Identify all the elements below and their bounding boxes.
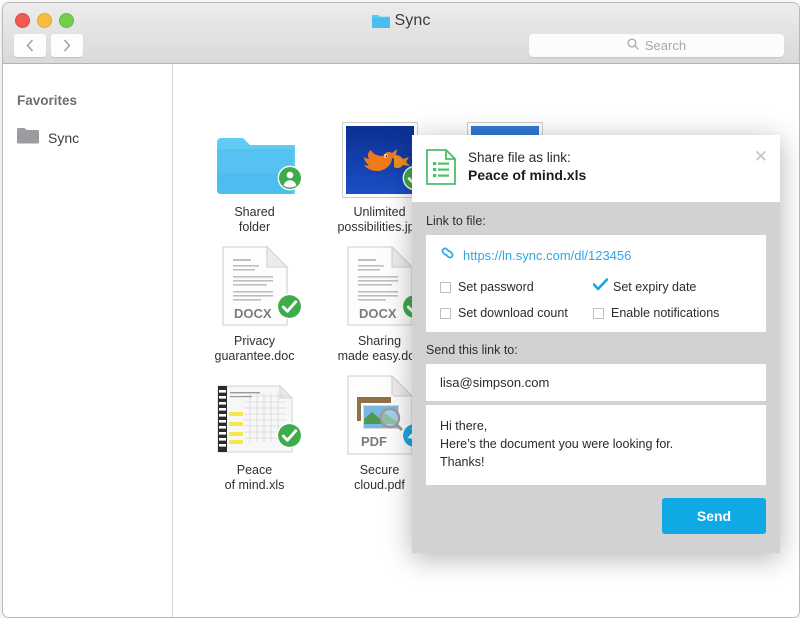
dialog-body: Link to file: https://ln.sync.com/dl/123… bbox=[412, 202, 780, 485]
checkbox-box bbox=[593, 308, 604, 319]
link-panel: https://ln.sync.com/dl/123456 Set passwo… bbox=[426, 235, 766, 332]
checkbox-label: Enable notifications bbox=[611, 306, 719, 320]
share-link-dialog: Share file as link: Peace of mind.xls ✕ … bbox=[412, 135, 780, 553]
check-icon bbox=[593, 278, 606, 296]
finder-window: Sync Search Favorites Sync bbox=[2, 2, 800, 618]
forward-button[interactable] bbox=[51, 34, 83, 57]
sidebar-section-favorites: Favorites bbox=[17, 93, 77, 108]
search-placeholder: Search bbox=[645, 38, 686, 53]
dialog-footer: Send bbox=[412, 485, 780, 553]
page-title: Sync bbox=[3, 12, 799, 33]
dialog-title-line2: Peace of mind.xls bbox=[468, 166, 766, 184]
window-titlebar: Sync Search bbox=[3, 3, 799, 64]
green-document-list-icon bbox=[426, 149, 456, 190]
folder-thumbnail bbox=[192, 114, 317, 198]
checkbox-box bbox=[440, 308, 451, 319]
file-item-peace-of-mind[interactable]: Peaceof mind.xls bbox=[192, 372, 317, 493]
folder-icon bbox=[17, 127, 39, 149]
xls-thumbnail bbox=[192, 372, 317, 456]
link-section-label: Link to file: bbox=[426, 214, 766, 228]
close-icon[interactable]: ✕ bbox=[754, 148, 768, 165]
send-button[interactable]: Send bbox=[662, 498, 766, 534]
link-row[interactable]: https://ln.sync.com/dl/123456 bbox=[440, 246, 752, 265]
checkbox-set-expiry-date[interactable]: Set expiry date bbox=[593, 278, 752, 296]
shared-person-badge bbox=[277, 165, 303, 196]
synced-check-badge bbox=[276, 422, 303, 454]
message-line-3: Thanks! bbox=[440, 453, 752, 471]
checkbox-box bbox=[440, 282, 451, 293]
recipient-email-input[interactable]: lisa@simpson.com bbox=[426, 364, 766, 401]
checkbox-label: Set expiry date bbox=[613, 280, 696, 294]
file-name: Sharedfolder bbox=[192, 205, 317, 235]
file-item-shared-folder[interactable]: Sharedfolder bbox=[192, 114, 317, 235]
checkbox-enable-notifications[interactable]: Enable notifications bbox=[593, 306, 752, 320]
sidebar-item-sync[interactable]: Sync bbox=[17, 127, 79, 149]
file-item-privacy-guarantee[interactable]: DOCX Privacyguarantee.doc bbox=[192, 243, 317, 364]
file-name: Peaceof mind.xls bbox=[192, 463, 317, 493]
back-button[interactable] bbox=[14, 34, 46, 57]
file-name: Privacyguarantee.doc bbox=[192, 334, 317, 364]
search-input[interactable]: Search bbox=[529, 34, 784, 57]
message-line-1: Hi there, bbox=[440, 417, 752, 435]
navigation-buttons bbox=[14, 34, 83, 57]
window-title-text: Sync bbox=[395, 12, 431, 29]
svg-text:DOCX: DOCX bbox=[234, 306, 272, 321]
folder-icon bbox=[372, 14, 390, 33]
send-section-label: Send this link to: bbox=[426, 343, 766, 357]
search-icon bbox=[627, 37, 639, 55]
checkbox-label: Set download count bbox=[458, 306, 568, 320]
chain-link-icon bbox=[440, 246, 455, 265]
dialog-title-line1: Share file as link: bbox=[468, 149, 766, 166]
checkbox-set-password[interactable]: Set password bbox=[440, 278, 593, 296]
svg-text:PDF: PDF bbox=[361, 434, 387, 449]
svg-text:DOCX: DOCX bbox=[359, 306, 397, 321]
share-link-url[interactable]: https://ln.sync.com/dl/123456 bbox=[463, 248, 631, 263]
dialog-header: Share file as link: Peace of mind.xls ✕ bbox=[412, 135, 780, 202]
sidebar-item-label: Sync bbox=[48, 130, 79, 146]
sidebar: Favorites Sync bbox=[3, 64, 173, 617]
message-textarea[interactable]: Hi there, Here’s the document you were l… bbox=[426, 405, 766, 485]
synced-check-badge bbox=[276, 293, 303, 325]
message-line-2: Here’s the document you were looking for… bbox=[440, 435, 752, 453]
checkbox-set-download-count[interactable]: Set download count bbox=[440, 306, 593, 320]
checkbox-label: Set password bbox=[458, 280, 534, 294]
docx-thumbnail: DOCX bbox=[192, 243, 317, 327]
link-options: Set password Set expiry date Set downloa… bbox=[440, 278, 752, 320]
